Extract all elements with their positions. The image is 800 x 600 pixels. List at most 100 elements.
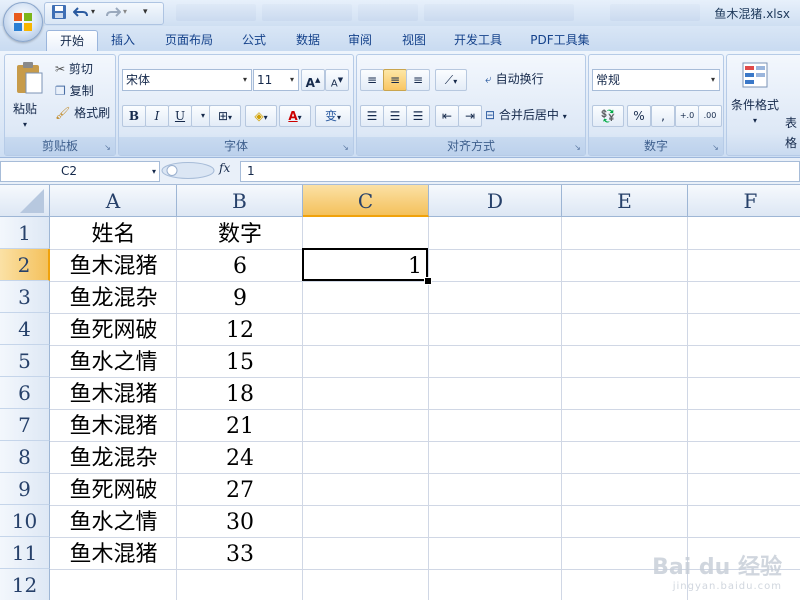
tab-page-layout[interactable]: 页面布局 xyxy=(156,30,222,50)
row-header[interactable]: 8 xyxy=(0,441,50,473)
font-launcher-icon[interactable]: ↘ xyxy=(341,143,350,152)
customize-qat-icon[interactable]: ▾ xyxy=(143,4,160,21)
row-header[interactable]: 1 xyxy=(0,217,50,249)
font-size-select[interactable]: 11 ▾ xyxy=(253,69,299,91)
cell-b2[interactable]: 6 xyxy=(177,251,303,283)
increase-decimal-icon[interactable]: +.0 xyxy=(675,105,699,127)
redo-dropdown-icon[interactable]: ▾ xyxy=(123,4,140,21)
align-middle-icon[interactable]: ≡ xyxy=(383,69,407,91)
cell-b1[interactable]: 数字 xyxy=(177,219,303,251)
cell-b7[interactable]: 21 xyxy=(177,411,303,443)
currency-button[interactable]: 💱 xyxy=(592,105,624,127)
cell-b4[interactable]: 12 xyxy=(177,315,303,347)
column-header-c[interactable]: C xyxy=(303,185,429,217)
align-top-icon[interactable]: ≡ xyxy=(360,69,384,91)
name-box[interactable]: C2 ▾ xyxy=(0,161,160,182)
formula-input[interactable]: 1 xyxy=(240,161,800,182)
row-header[interactable]: 10 xyxy=(0,505,50,537)
paste-button[interactable]: 粘贴 ▾ xyxy=(11,61,47,133)
redo-icon[interactable] xyxy=(105,4,122,21)
cut-button[interactable]: ✂ 剪切 xyxy=(55,59,93,79)
column-header-f[interactable]: F xyxy=(688,185,800,217)
cell-b11[interactable]: 33 xyxy=(177,539,303,571)
clipboard-launcher-icon[interactable]: ↘ xyxy=(103,143,112,152)
bold-button[interactable]: B xyxy=(122,105,146,127)
shrink-font-button[interactable]: A▼ xyxy=(325,69,349,91)
tab-review[interactable]: 审阅 xyxy=(338,30,382,50)
number-format-select[interactable]: 常规 ▾ xyxy=(592,69,720,91)
increase-indent-icon[interactable]: ⇥ xyxy=(458,105,482,127)
row-header[interactable]: 4 xyxy=(0,313,50,345)
tab-insert[interactable]: 插入 xyxy=(100,30,146,50)
grow-font-button[interactable]: A▲ xyxy=(301,69,325,91)
select-all-button[interactable] xyxy=(0,185,50,217)
save-icon[interactable] xyxy=(51,4,68,21)
row-header[interactable]: 7 xyxy=(0,409,50,441)
tab-formulas[interactable]: 公式 xyxy=(232,30,276,50)
cell-a6[interactable]: 鱼木混猪 xyxy=(50,379,177,411)
underline-button[interactable]: U xyxy=(168,105,192,127)
row-header[interactable]: 2 xyxy=(0,249,50,281)
column-header-e[interactable]: E xyxy=(562,185,688,217)
tab-view[interactable]: 视图 xyxy=(392,30,436,50)
percent-button[interactable]: % xyxy=(627,105,651,127)
tab-developer[interactable]: 开发工具 xyxy=(446,30,510,50)
undo-icon[interactable] xyxy=(72,4,90,21)
wrap-text-button[interactable]: ⤶ 自动换行 xyxy=(485,69,544,89)
italic-button[interactable]: I xyxy=(145,105,169,127)
tab-pdf-tools[interactable]: PDF工具集 xyxy=(524,30,596,50)
cell-b10[interactable]: 30 xyxy=(177,507,303,539)
cell-a7[interactable]: 鱼木混猪 xyxy=(50,411,177,443)
column-header-a[interactable]: A xyxy=(50,185,177,217)
cell-b6[interactable]: 18 xyxy=(177,379,303,411)
row-header[interactable]: 3 xyxy=(0,281,50,313)
cell-b8[interactable]: 24 xyxy=(177,443,303,475)
comma-button[interactable]: , xyxy=(651,105,675,127)
orientation-button[interactable]: ⟋▾ xyxy=(435,69,467,91)
alignment-launcher-icon[interactable]: ↘ xyxy=(573,143,582,152)
cell-b5[interactable]: 15 xyxy=(177,347,303,379)
borders-button[interactable]: ⊞▾ xyxy=(209,105,241,127)
align-right-icon[interactable]: ☰ xyxy=(406,105,430,127)
cell-a2[interactable]: 鱼木混猪 xyxy=(50,251,177,283)
tab-home[interactable]: 开始 xyxy=(46,30,98,51)
row-header[interactable]: 11 xyxy=(0,537,50,569)
format-table-button[interactable]: 表格 xyxy=(785,113,800,150)
merge-center-button[interactable]: ⊟ 合并后居中 ▾ xyxy=(485,105,567,125)
row-header[interactable]: 5 xyxy=(0,345,50,377)
font-color-icon: A xyxy=(288,109,298,123)
styles-group: 条件格式 ▾ 表格 xyxy=(726,54,800,156)
cell-a5[interactable]: 鱼水之情 xyxy=(50,347,177,379)
tab-data[interactable]: 数据 xyxy=(286,30,330,50)
cell-a1[interactable]: 姓名 xyxy=(50,219,177,251)
format-painter-button[interactable]: 🖌 格式刷 xyxy=(55,103,110,123)
copy-button[interactable]: ❐ 复制 xyxy=(55,81,94,101)
column-header-d[interactable]: D xyxy=(429,185,562,217)
cell-b9[interactable]: 27 xyxy=(177,475,303,507)
cell-a4[interactable]: 鱼死网破 xyxy=(50,315,177,347)
row-header[interactable]: 12 xyxy=(0,569,50,600)
cell-a3[interactable]: 鱼龙混杂 xyxy=(50,283,177,315)
cell-a9[interactable]: 鱼死网破 xyxy=(50,475,177,507)
number-launcher-icon[interactable]: ↘ xyxy=(711,143,720,152)
font-name-select[interactable]: 宋体 ▾ xyxy=(122,69,252,91)
align-bottom-icon[interactable]: ≡ xyxy=(406,69,430,91)
baidu-watermark: Bai du 经验 jingyan.baidu.com xyxy=(652,549,782,592)
align-center-icon[interactable]: ☰ xyxy=(383,105,407,127)
row-header[interactable]: 9 xyxy=(0,473,50,505)
column-header-b[interactable]: B xyxy=(177,185,303,217)
row-header[interactable]: 6 xyxy=(0,377,50,409)
office-button[interactable] xyxy=(3,2,43,42)
insert-function-icon[interactable]: fx xyxy=(219,161,230,175)
cell-a11[interactable]: 鱼木混猪 xyxy=(50,539,177,571)
cell-a8[interactable]: 鱼龙混杂 xyxy=(50,443,177,475)
phonetic-button[interactable]: 变▾ xyxy=(315,105,351,127)
font-color-button[interactable]: A▾ xyxy=(279,105,311,127)
cell-a10[interactable]: 鱼水之情 xyxy=(50,507,177,539)
fill-color-button[interactable]: ◈▾ xyxy=(245,105,277,127)
fill-handle[interactable] xyxy=(424,277,432,285)
cell-b3[interactable]: 9 xyxy=(177,283,303,315)
decrease-indent-icon[interactable]: ⇤ xyxy=(435,105,459,127)
align-left-icon[interactable]: ☰ xyxy=(360,105,384,127)
decrease-decimal-icon[interactable]: .00 xyxy=(698,105,722,127)
